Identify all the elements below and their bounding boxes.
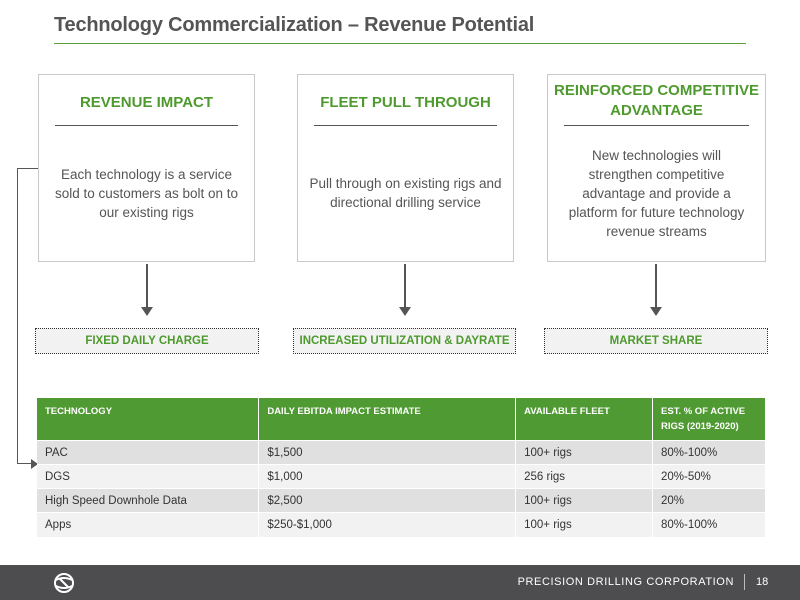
table-cell: 20%-50% bbox=[652, 464, 766, 489]
increased-utilization-tag: INCREASED UTILIZATION & DAYRATE bbox=[293, 328, 516, 354]
header-est-active-rigs: EST. % OF ACTIVE RIGS (2019-2020) bbox=[652, 398, 766, 441]
table-cell: 256 rigs bbox=[515, 464, 654, 489]
competitive-advantage-title-line1: REINFORCED COMPETITIVE bbox=[553, 82, 759, 99]
table-cell: 80%-100% bbox=[652, 440, 766, 465]
fleet-pull-through-box: FLEET PULL THROUGH Pull through on exist… bbox=[297, 74, 514, 262]
revenue-impact-title: REVENUE IMPACT bbox=[79, 94, 214, 111]
arrow-line-2 bbox=[404, 264, 406, 309]
competitive-advantage-divider bbox=[564, 125, 749, 126]
competitive-advantage-text: New technologies will strengthen competi… bbox=[568, 148, 745, 239]
table-cell: DGS bbox=[37, 464, 260, 489]
table-row: High Speed Downhole Data $2,500 100+ rig… bbox=[37, 488, 766, 513]
table-cell: 100+ rigs bbox=[515, 440, 654, 465]
title-underline bbox=[54, 43, 746, 44]
table-row: PAC $1,500 100+ rigs 80%-100% bbox=[37, 440, 766, 465]
table-cell: 80%-100% bbox=[652, 512, 766, 537]
fixed-daily-charge-tag: FIXED DAILY CHARGE bbox=[35, 328, 259, 354]
arrow-down-icon bbox=[399, 307, 411, 316]
revenue-impact-text: Each technology is a service sold to cus… bbox=[54, 167, 239, 220]
arrow-down-icon bbox=[141, 307, 153, 316]
revenue-impact-divider bbox=[55, 125, 238, 126]
arrow-line-1 bbox=[146, 264, 148, 309]
table-cell: $250-$1,000 bbox=[258, 512, 517, 537]
table-row: DGS $1,000 256 rigs 20%-50% bbox=[37, 464, 766, 489]
header-daily-ebitda: DAILY EBITDA IMPACT ESTIMATE bbox=[258, 398, 517, 441]
page-title: Technology Commercialization – Revenue P… bbox=[54, 14, 535, 36]
footer-bar: PRECISION DRILLING CORPORATION 18 bbox=[0, 565, 800, 600]
revenue-impact-box: REVENUE IMPACT Each technology is a serv… bbox=[38, 74, 255, 262]
header-technology: TECHNOLOGY bbox=[37, 398, 260, 441]
competitive-advantage-box: REINFORCED COMPETITIVE ADVANTAGE New tec… bbox=[547, 74, 766, 262]
competitive-advantage-title-line2: ADVANTAGE bbox=[610, 102, 703, 119]
table-cell: High Speed Downhole Data bbox=[37, 488, 260, 513]
table-cell: $1,500 bbox=[258, 440, 517, 465]
table-cell: 100+ rigs bbox=[515, 488, 654, 513]
table-row: Apps $250-$1,000 100+ rigs 80%-100% bbox=[37, 512, 766, 537]
table-cell: PAC bbox=[37, 440, 260, 465]
arrow-down-icon bbox=[650, 307, 662, 316]
connector-line-vertical bbox=[17, 168, 18, 464]
table-header-row: TECHNOLOGY DAILY EBITDA IMPACT ESTIMATE … bbox=[37, 398, 766, 441]
footer-company-name: PRECISION DRILLING CORPORATION bbox=[517, 576, 734, 588]
market-share-tag: MARKET SHARE bbox=[544, 328, 768, 354]
footer-separator bbox=[744, 574, 745, 590]
page-number: 18 bbox=[756, 576, 769, 588]
table-cell: 20% bbox=[652, 488, 766, 513]
connector-line-horizontal-top bbox=[17, 168, 38, 169]
arrow-line-3 bbox=[655, 264, 657, 309]
technology-table: TECHNOLOGY DAILY EBITDA IMPACT ESTIMATE … bbox=[37, 398, 766, 537]
fleet-pull-through-title: FLEET PULL THROUGH bbox=[320, 94, 491, 111]
fleet-pull-through-divider bbox=[314, 125, 497, 126]
table-cell: Apps bbox=[37, 512, 260, 537]
table-cell: 100+ rigs bbox=[515, 512, 654, 537]
fleet-pull-through-text: Pull through on existing rigs and direct… bbox=[309, 176, 502, 210]
header-available-fleet: AVAILABLE FLEET bbox=[515, 398, 654, 441]
table-cell: $2,500 bbox=[258, 488, 517, 513]
table-cell: $1,000 bbox=[258, 464, 517, 489]
precision-drilling-logo-icon bbox=[54, 573, 74, 593]
